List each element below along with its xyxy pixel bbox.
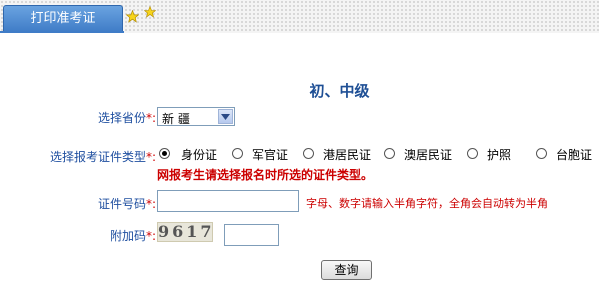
- form-title: 初、中级: [309, 82, 370, 100]
- required-mark: *:: [145, 111, 156, 125]
- radio-taiwan-permit[interactable]: [536, 148, 547, 159]
- captcha-label: 附加码*:: [60, 227, 156, 244]
- required-mark: *:: [145, 229, 156, 243]
- tab-print-admission-ticket[interactable]: 打印准考证: [3, 5, 123, 32]
- province-label: 选择省份*:: [60, 109, 156, 126]
- id-type-label-text: 选择报考证件类型: [49, 150, 146, 164]
- captcha-input[interactable]: [224, 224, 279, 246]
- star-icon: [144, 6, 156, 18]
- radio-label-id-card: 身份证: [181, 148, 218, 162]
- id-number-hint: 字母、数字请输入半角字符，全角会自动转为半角: [306, 197, 548, 210]
- id-number-input[interactable]: [157, 190, 299, 212]
- radio-label-taiwan-permit: 台胞证: [556, 148, 593, 162]
- province-label-text: 选择省份: [97, 111, 146, 125]
- province-selected-value: 新 疆: [162, 112, 190, 126]
- radio-label-macau-permit: 澳居民证: [404, 148, 453, 162]
- query-button[interactable]: 查询: [321, 260, 372, 280]
- radio-label-hk-permit: 港居民证: [323, 148, 372, 162]
- province-select[interactable]: 新 疆: [157, 107, 235, 126]
- id-number-label-text: 证件号码: [97, 197, 146, 211]
- radio-label-passport: 护照: [487, 148, 512, 162]
- star-icon: [126, 10, 139, 23]
- tab-underline: [0, 31, 124, 33]
- radio-macau-permit[interactable]: [384, 148, 395, 159]
- required-mark: *:: [145, 150, 156, 164]
- id-number-label: 证件号码*:: [60, 195, 156, 212]
- radio-label-military-id: 军官证: [252, 148, 289, 162]
- radio-id-card[interactable]: [159, 148, 170, 159]
- required-mark: *:: [145, 197, 156, 211]
- top-bar: 打印准考证: [0, 0, 599, 33]
- radio-hk-permit[interactable]: [303, 148, 314, 159]
- captcha-image[interactable]: 9617: [157, 222, 213, 242]
- chevron-down-icon[interactable]: [218, 109, 233, 124]
- radio-military-id[interactable]: [232, 148, 243, 159]
- radio-passport[interactable]: [467, 148, 478, 159]
- id-type-label: 选择报考证件类型*:: [20, 148, 156, 165]
- id-type-warning: 网报考生请选择报名时所选的证件类型。: [157, 168, 374, 182]
- captcha-label-text: 附加码: [109, 229, 146, 243]
